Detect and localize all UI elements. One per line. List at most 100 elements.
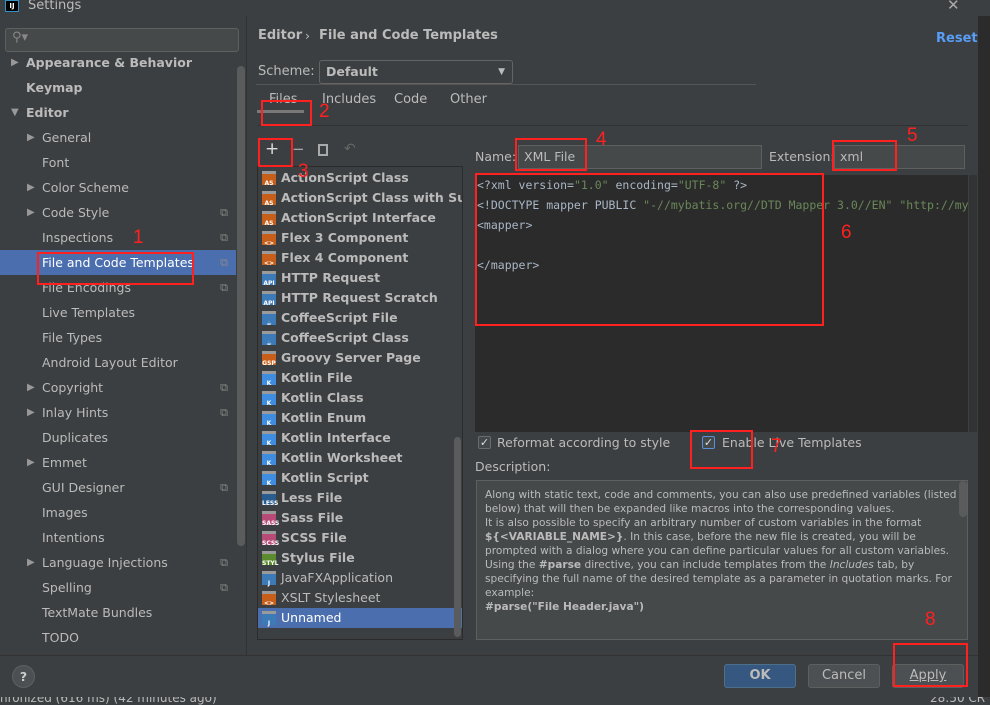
sidebar-scrollbar[interactable] <box>237 66 245 546</box>
sidebar-item-label: Live Templates <box>42 305 136 320</box>
title-bar: IJ Settings ✕ <box>0 0 990 16</box>
sidebar-item[interactable]: Android Layout Editor <box>0 350 236 375</box>
remove-template-button[interactable]: − <box>292 140 305 158</box>
template-name: Stylus File <box>281 550 355 565</box>
template-list-item[interactable]: ☕ CoffeeScript Class <box>258 328 462 348</box>
sidebar-item[interactable]: ▶ Emmet <box>0 450 236 475</box>
template-list-item[interactable]: SASS Sass File <box>258 508 462 528</box>
description-panel: Along with static text, code and comment… <box>476 480 968 640</box>
close-icon[interactable]: ✕ <box>947 0 960 14</box>
annotation-number-5: 5 <box>907 125 918 146</box>
template-list-item[interactable]: <> Flex 4 Component <box>258 248 462 268</box>
template-list-item[interactable]: <> Flex 3 Component <box>258 228 462 248</box>
search-icon: ⚲▾ <box>12 30 29 45</box>
editor-scrollbar[interactable] <box>969 175 977 432</box>
sidebar-item[interactable]: Live Templates <box>0 300 236 325</box>
template-list-item[interactable]: K Kotlin Worksheet <box>258 448 462 468</box>
template-list-item[interactable]: K Kotlin Enum <box>258 408 462 428</box>
ok-button[interactable]: OK <box>724 664 796 688</box>
sidebar-item-label: Emmet <box>42 455 87 470</box>
template-list-scrollbar[interactable] <box>454 437 461 637</box>
sidebar-item[interactable]: Spelling ⧉ <box>0 575 236 600</box>
reformat-checkbox[interactable]: ✓ <box>478 436 491 449</box>
chevron-right-icon[interactable]: ▶ <box>27 125 35 150</box>
template-list-item[interactable]: SCSS SCSS File <box>258 528 462 548</box>
sidebar-item[interactable]: TextMate Bundles <box>0 600 236 625</box>
sidebar-item[interactable]: ▶ Inlay Hints ⧉ <box>0 400 236 425</box>
breadcrumb-current: File and Code Templates <box>319 28 498 43</box>
window-title: Settings <box>28 0 82 13</box>
template-list-item[interactable]: API HTTP Request Scratch <box>258 288 462 308</box>
template-name: Kotlin Worksheet <box>281 450 403 465</box>
annotation-box-8 <box>893 643 968 687</box>
reset-link[interactable]: Reset <box>936 31 978 46</box>
project-scope-icon: ⧉ <box>220 281 228 294</box>
template-name: Kotlin Interface <box>281 430 391 445</box>
template-list-item[interactable]: K Kotlin File <box>258 368 462 388</box>
template-list-item[interactable]: <> XSLT Stylesheet <box>258 588 462 608</box>
template-name: Unnamed <box>281 610 342 625</box>
sidebar-item-label: Copyright <box>42 380 104 395</box>
cancel-button[interactable]: Cancel <box>808 664 880 688</box>
sidebar-item-label: Editor <box>26 105 69 120</box>
sidebar-item[interactable]: Font <box>0 150 236 175</box>
template-list-item[interactable]: AS ActionScript Class <box>258 168 462 188</box>
template-list-item[interactable]: AS ActionScript Class with Supers <box>258 188 462 208</box>
template-list-item[interactable]: J Unnamed <box>258 608 462 628</box>
scheme-select[interactable]: Default ▼ <box>319 60 513 84</box>
sidebar-item[interactable]: Duplicates <box>0 425 236 450</box>
chevron-right-icon[interactable]: ▶ <box>27 200 35 225</box>
sidebar-item[interactable]: Inspections ⧉ <box>0 225 236 250</box>
template-list-item[interactable]: GSP Groovy Server Page <box>258 348 462 368</box>
sidebar-item[interactable]: ▶ Copyright ⧉ <box>0 375 236 400</box>
undo-icon[interactable]: ↶ <box>344 141 356 157</box>
file-type-icon: K <box>262 471 276 487</box>
project-scope-icon: ⧉ <box>220 556 228 569</box>
chevron-right-icon[interactable]: ▶ <box>11 50 19 75</box>
chevron-right-icon[interactable]: ▶ <box>27 175 35 200</box>
copy-icon[interactable] <box>318 144 328 156</box>
sidebar-item[interactable]: Keymap <box>0 75 236 100</box>
settings-search-input[interactable]: ⚲▾ <box>5 28 239 52</box>
annotation-box-6 <box>475 173 824 326</box>
help-button[interactable]: ? <box>12 665 35 688</box>
annotation-number-6: 6 <box>841 222 852 243</box>
template-list-item[interactable]: J JavaFXApplication <box>258 568 462 588</box>
description-scrollbar[interactable] <box>959 481 967 517</box>
chevron-right-icon[interactable]: ▶ <box>27 400 35 425</box>
template-list-item[interactable]: LESS Less File <box>258 488 462 508</box>
annotation-box-2 <box>261 100 312 126</box>
template-name: JavaFXApplication <box>281 570 393 585</box>
chevron-down-icon: ▼ <box>498 67 505 77</box>
sidebar-item[interactable]: Images <box>0 500 236 525</box>
sidebar-item[interactable]: GUI Designer ⧉ <box>0 475 236 500</box>
sidebar-item[interactable]: Intentions <box>0 525 236 550</box>
chevron-down-icon[interactable]: ▼ <box>11 100 19 125</box>
template-list-item[interactable]: ☕ CoffeeScript File <box>258 308 462 328</box>
sidebar-item[interactable]: ▶ Appearance & Behavior <box>0 50 236 75</box>
chevron-right-icon[interactable]: ▶ <box>27 375 35 400</box>
file-type-icon: J <box>262 611 276 627</box>
sidebar-item[interactable]: TODO <box>0 625 236 650</box>
chevron-right-icon[interactable]: ▶ <box>27 450 35 475</box>
sidebar-item[interactable]: ▶ Language Injections ⧉ <box>0 550 236 575</box>
template-list-item[interactable]: AS ActionScript Interface <box>258 208 462 228</box>
template-name: HTTP Request <box>281 270 381 285</box>
tab-other[interactable]: Other <box>450 88 487 112</box>
sidebar-item[interactable]: File Types <box>0 325 236 350</box>
template-list-item[interactable]: K Kotlin Class <box>258 388 462 408</box>
template-list-item[interactable]: K Kotlin Interface <box>258 428 462 448</box>
template-list-item[interactable]: API HTTP Request <box>258 268 462 288</box>
sidebar-item[interactable]: ▶ General <box>0 125 236 150</box>
template-list-item[interactable]: STYL Stylus File <box>258 548 462 568</box>
sidebar-item[interactable]: ▶ Code Style ⧉ <box>0 200 236 225</box>
sidebar-item-label: File Types <box>42 330 103 345</box>
tab-code[interactable]: Code <box>394 88 427 112</box>
sidebar-item[interactable]: ▶ Color Scheme <box>0 175 236 200</box>
template-list-item[interactable]: K Kotlin Script <box>258 468 462 488</box>
tab-includes[interactable]: Includes <box>322 88 376 112</box>
chevron-right-icon[interactable]: ▶ <box>27 550 35 575</box>
sidebar-item[interactable]: ▼ Editor <box>0 100 236 125</box>
breadcrumb-parent[interactable]: Editor <box>258 28 302 43</box>
file-type-icon: <> <box>262 231 276 247</box>
